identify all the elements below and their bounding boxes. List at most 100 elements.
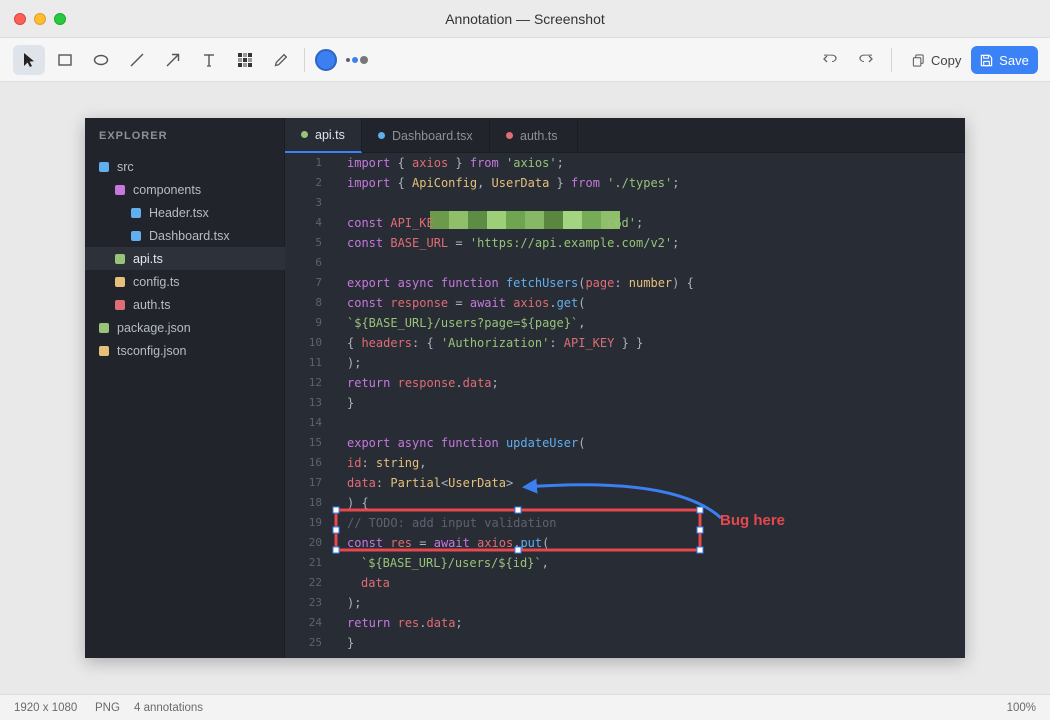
code-text: return response.data; xyxy=(347,376,499,390)
arrow-tool[interactable] xyxy=(157,45,189,75)
file-icon xyxy=(99,161,109,172)
file-icon xyxy=(115,299,125,310)
copy-button[interactable]: Copy xyxy=(904,46,969,74)
code-text: data: Partial<UserData> xyxy=(347,476,514,490)
image-dimensions: 1920 x 1080 xyxy=(14,702,78,714)
pen-tool[interactable] xyxy=(265,45,297,75)
file-explorer: EXPLORER src components Header.tsx Dashboar… xyxy=(85,118,285,658)
explorer-item[interactable]: Dashboard.tsx xyxy=(85,224,285,247)
code-line: 17 data: Partial<UserData> xyxy=(285,473,965,493)
zoom-level[interactable]: 100% xyxy=(1007,702,1036,714)
redo-button[interactable] xyxy=(851,45,881,75)
code-line: 21 `${BASE_URL}/users/${id}`, xyxy=(285,553,965,573)
line-number: 25 xyxy=(308,636,322,649)
line-number: 4 xyxy=(315,216,322,229)
line-tool[interactable] xyxy=(121,45,153,75)
file-type-dot-icon xyxy=(378,132,385,139)
code-line: 11); xyxy=(285,353,965,373)
code-line: 16 id: string, xyxy=(285,453,965,473)
rectangle-icon xyxy=(58,54,72,66)
code-line: 5 const BASE_URL = 'https://api.example.c… xyxy=(285,233,965,253)
line-number: 11 xyxy=(308,356,322,369)
code-line: 2 import { ApiConfig, UserData } from './… xyxy=(285,173,965,193)
explorer-item[interactable]: config.ts xyxy=(85,270,285,293)
line-number: 20 xyxy=(308,536,322,549)
file-icon xyxy=(131,230,141,241)
line-icon xyxy=(130,53,144,67)
save-icon xyxy=(980,54,993,66)
code-line: 4 const API_KE c6d'; xyxy=(285,213,965,233)
editor-tab[interactable]: auth.ts xyxy=(490,118,578,153)
code-editor: 1 import { axios } from 'axios'; 2 import {… xyxy=(285,153,965,658)
annotation-toolbar: Copy Save xyxy=(0,38,1050,82)
code-text: const BASE_URL = 'https://api.example.co… xyxy=(347,236,680,250)
rectangle-tool[interactable] xyxy=(49,45,81,75)
explorer-item[interactable]: auth.ts xyxy=(85,293,285,316)
undo-button[interactable] xyxy=(815,45,845,75)
explorer-item[interactable]: package.json xyxy=(85,316,285,339)
toolbar-divider xyxy=(304,48,305,72)
code-line: 7 export async function fetchUsers(page: … xyxy=(285,273,965,293)
annotation-count: 4 annotations xyxy=(134,702,204,714)
editor-tabs: api.ts Dashboard.tsx auth.ts xyxy=(285,118,965,153)
explorer-item[interactable]: components xyxy=(85,178,285,201)
code-line: 1 import { axios } from 'axios'; xyxy=(285,153,965,173)
code-text: data xyxy=(361,576,390,590)
file-type-dot-icon xyxy=(506,132,513,139)
code-text: } xyxy=(347,636,355,650)
code-text: `${BASE_URL}/users?page=${page}`, xyxy=(347,316,586,330)
line-number: 24 xyxy=(308,616,322,629)
explorer-item[interactable]: tsconfig.json xyxy=(85,339,285,362)
line-number: 12 xyxy=(308,376,322,389)
line-number: 1 xyxy=(315,156,322,169)
line-number: 19 xyxy=(308,516,322,529)
code-line: 25} xyxy=(285,633,965,653)
explorer-item-label: config.ts xyxy=(133,274,180,289)
explorer-item[interactable]: Header.tsx xyxy=(85,201,285,224)
pen-icon xyxy=(274,53,288,67)
explorer-item-label: Dashboard.tsx xyxy=(149,228,230,243)
code-line: 22 data xyxy=(285,573,965,593)
code-line: 3 xyxy=(285,193,965,213)
arrow-icon xyxy=(166,53,180,67)
code-line: 24 return res.data; xyxy=(285,613,965,633)
line-number: 21 xyxy=(308,556,322,569)
line-number: 17 xyxy=(308,476,322,489)
line-number: 22 xyxy=(308,576,322,589)
explorer-item[interactable]: api.ts xyxy=(85,247,285,270)
file-icon xyxy=(115,253,125,264)
code-line: 14 xyxy=(285,413,965,433)
editor-tab[interactable]: Dashboard.tsx xyxy=(362,118,490,153)
explorer-item[interactable]: src xyxy=(85,155,285,178)
pixelate-tool[interactable] xyxy=(229,45,261,75)
save-button[interactable]: Save xyxy=(971,46,1038,74)
line-number: 7 xyxy=(315,276,322,289)
code-text: ) { xyxy=(347,496,369,510)
line-number: 5 xyxy=(315,236,322,249)
file-icon xyxy=(131,207,141,218)
file-icon xyxy=(115,276,125,287)
select-tool[interactable] xyxy=(13,45,45,75)
line-number: 9 xyxy=(315,316,322,329)
code-text: return res.data; xyxy=(347,616,463,630)
editor-tab-label: api.ts xyxy=(315,127,345,142)
text-tool[interactable] xyxy=(193,45,225,75)
window-title: Annotation — Screenshot xyxy=(445,11,605,27)
code-line: 15 export async function updateUser( xyxy=(285,433,965,453)
line-number: 14 xyxy=(308,416,322,429)
code-text: ); xyxy=(347,596,362,610)
code-line: 23); xyxy=(285,593,965,613)
file-type-dot-icon xyxy=(301,131,308,138)
status-bar: 1920 x 1080 PNG 4 annotations 100% xyxy=(0,694,1050,720)
explorer-item-label: auth.ts xyxy=(133,297,171,312)
code-line: 10 { headers: { 'Authorization': API_KEY … xyxy=(285,333,965,353)
color-picker[interactable] xyxy=(315,49,337,71)
title-bar: Annotation — Screenshot xyxy=(0,0,1050,38)
ellipse-tool[interactable] xyxy=(85,45,117,75)
explorer-item-label: components xyxy=(133,182,202,197)
editor-tab[interactable]: api.ts xyxy=(285,118,362,153)
stroke-width-picker[interactable] xyxy=(346,56,368,64)
ellipse-icon xyxy=(93,54,109,66)
annotation-canvas[interactable]: EXPLORER src components Header.tsx Dashboar… xyxy=(0,82,1050,694)
line-number: 23 xyxy=(308,596,322,609)
